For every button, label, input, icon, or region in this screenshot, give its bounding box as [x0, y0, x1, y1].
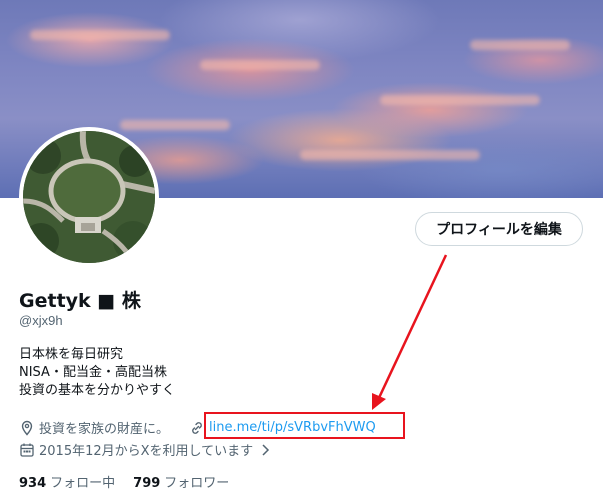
link-icon — [189, 420, 205, 436]
followers-label: フォロワー — [164, 476, 230, 491]
profile-location: 投資を家族の財産に。 — [39, 422, 170, 437]
followers-count: 799 — [133, 476, 161, 491]
followers-stat[interactable]: 799 フォロワー — [133, 472, 229, 491]
link-highlight-box — [204, 412, 405, 439]
calendar-icon — [19, 442, 35, 458]
following-stat[interactable]: 934 フォロー中 — [19, 472, 115, 491]
bio-line: NISA・配当金・高配当株 — [19, 365, 167, 380]
profile-handle: @xjx9h — [19, 313, 63, 328]
follow-stats: 934 フォロー中 799 フォロワー — [19, 472, 229, 491]
bio-line: 投資の基本を分かりやすく — [19, 383, 176, 398]
profile-meta-joined: 2015年12月からXを利用しています — [19, 440, 277, 459]
chevron-right-icon[interactable] — [257, 442, 273, 458]
following-count: 934 — [19, 476, 47, 491]
following-label: フォロー中 — [50, 476, 116, 491]
edit-profile-button[interactable]: プロフィールを編集 — [415, 212, 583, 246]
profile-avatar[interactable] — [19, 127, 159, 267]
bio-line: 日本株を毎日研究 — [19, 347, 124, 362]
location-pin-icon — [19, 420, 35, 436]
display-name: Gettyk ■ 株 — [19, 290, 141, 312]
profile-name-row: Gettyk ■ 株 — [19, 286, 141, 313]
profile-joined: 2015年12月からXを利用しています — [39, 444, 254, 459]
profile-bio: 日本株を毎日研究 NISA・配当金・高配当株 投資の基本を分かりやすく — [19, 346, 175, 400]
avatar-image — [23, 131, 155, 263]
